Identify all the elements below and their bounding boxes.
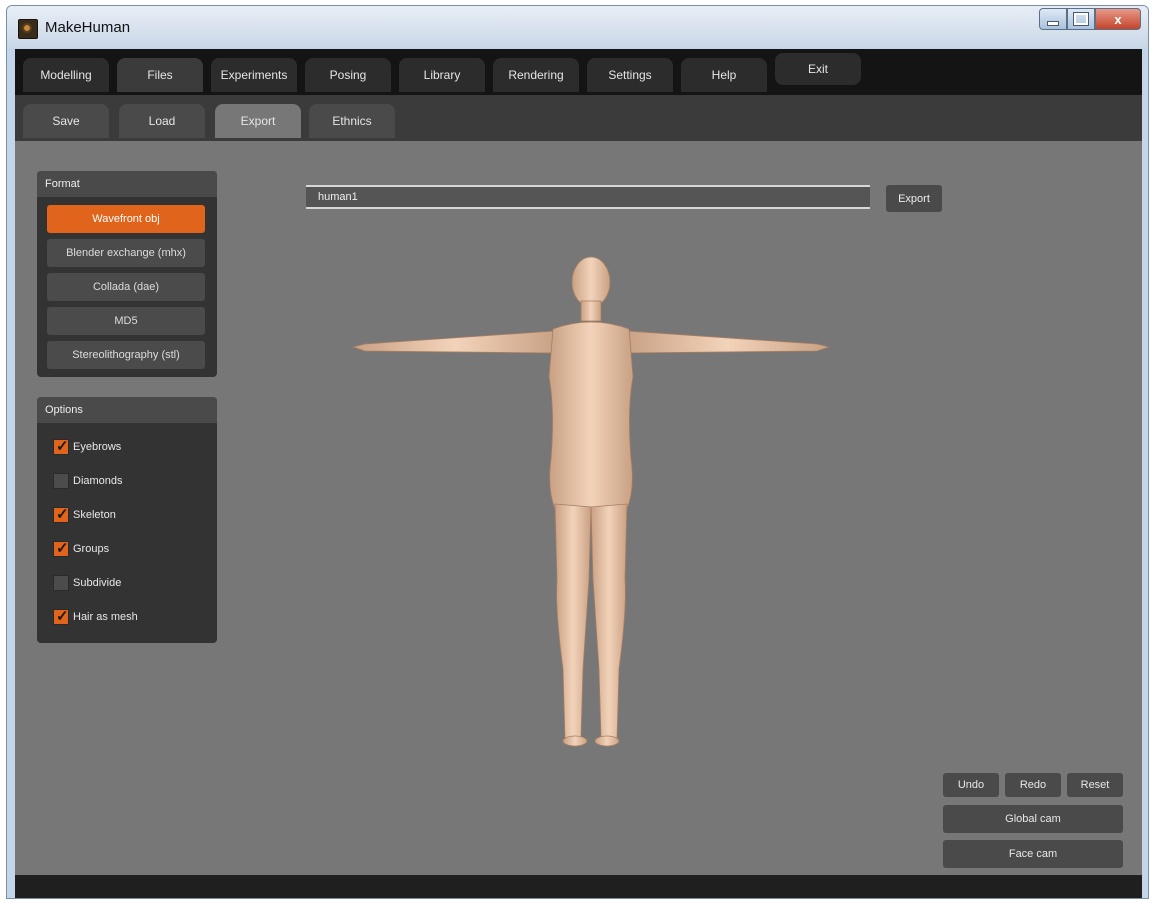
option-label: Skeleton: [73, 509, 116, 521]
option-label: Groups: [73, 543, 110, 555]
option-diamonds[interactable]: Diamonds: [53, 471, 123, 491]
left-foot: [562, 735, 588, 747]
sub-tab-bar: Save Load Export Ethnics: [15, 95, 1142, 141]
diamonds-checkbox[interactable]: [53, 473, 69, 489]
minimize-icon: [1047, 20, 1059, 26]
status-bar: [15, 875, 1142, 898]
right-arm: [624, 330, 831, 354]
main-tab-bar: Modelling Files Experiments Posing Libra…: [15, 49, 1142, 95]
groups-checkbox[interactable]: [53, 539, 69, 557]
format-mhx-button[interactable]: Blender exchange (mhx): [47, 239, 205, 267]
export-button[interactable]: Export: [886, 185, 942, 212]
close-button[interactable]: x: [1095, 8, 1141, 30]
app-client-area: Modelling Files Experiments Posing Libra…: [15, 49, 1142, 898]
maximize-button[interactable]: [1067, 8, 1095, 30]
tab-load[interactable]: Load: [119, 104, 205, 138]
format-stl-button[interactable]: Stereolithography (stl): [47, 341, 205, 369]
undo-button[interactable]: Undo: [943, 773, 999, 797]
redo-button[interactable]: Redo: [1005, 773, 1061, 797]
export-filename-input[interactable]: human1: [306, 185, 870, 209]
tab-experiments[interactable]: Experiments: [211, 58, 297, 92]
makehuman-logo-icon: [18, 19, 38, 39]
close-icon: x: [1114, 11, 1122, 27]
left-leg: [554, 503, 592, 740]
eyebrows-checkbox[interactable]: [53, 437, 69, 455]
option-skeleton[interactable]: Skeleton: [53, 505, 116, 525]
tab-modelling[interactable]: Modelling: [23, 58, 109, 92]
tab-library[interactable]: Library: [399, 58, 485, 92]
tab-rendering[interactable]: Rendering: [493, 58, 579, 92]
face-cam-button[interactable]: Face cam: [943, 840, 1123, 868]
tab-help[interactable]: Help: [681, 58, 767, 92]
subdivide-checkbox[interactable]: [53, 575, 69, 591]
format-wavefront-obj-button[interactable]: Wavefront obj: [47, 205, 205, 233]
option-subdivide[interactable]: Subdivide: [53, 573, 121, 593]
global-cam-button[interactable]: Global cam: [943, 805, 1123, 833]
window-controls: x: [1039, 8, 1141, 30]
format-collada-button[interactable]: Collada (dae): [47, 273, 205, 301]
tab-ethnics[interactable]: Ethnics: [309, 104, 395, 138]
head: [571, 256, 611, 308]
right-leg: [590, 503, 628, 740]
format-panel-title: Format: [37, 171, 217, 197]
tab-export[interactable]: Export: [215, 104, 301, 138]
option-eyebrows[interactable]: Eyebrows: [53, 437, 121, 457]
torso: [548, 321, 634, 510]
format-md5-button[interactable]: MD5: [47, 307, 205, 335]
skeleton-checkbox[interactable]: [53, 505, 69, 523]
option-hair-as-mesh[interactable]: Hair as mesh: [53, 607, 138, 627]
tab-files[interactable]: Files: [117, 58, 203, 92]
maximize-icon: [1073, 12, 1089, 26]
option-label: Diamonds: [73, 475, 123, 487]
minimize-button[interactable]: [1039, 8, 1067, 30]
options-panel-title: Options: [37, 397, 217, 423]
human-figure: [351, 256, 831, 747]
human-model-viewport[interactable]: [345, 249, 835, 749]
left-arm: [351, 330, 558, 354]
right-foot: [594, 735, 620, 747]
reset-button[interactable]: Reset: [1067, 773, 1123, 797]
window-title: MakeHuman: [45, 19, 131, 36]
tab-exit[interactable]: Exit: [775, 53, 861, 85]
option-label: Subdivide: [73, 577, 122, 589]
option-label: Hair as mesh: [73, 611, 138, 623]
option-groups[interactable]: Groups: [53, 539, 109, 559]
option-label: Eyebrows: [73, 441, 122, 453]
tab-settings[interactable]: Settings: [587, 58, 673, 92]
tab-save[interactable]: Save: [23, 104, 109, 138]
format-panel: Format Wavefront obj Blender exchange (m…: [37, 171, 217, 377]
options-panel: Options Eyebrows Diamonds Skeleton Group…: [37, 397, 217, 643]
hair-as-mesh-checkbox[interactable]: [53, 607, 69, 625]
tab-posing[interactable]: Posing: [305, 58, 391, 92]
title-bar: MakeHuman x: [7, 6, 1148, 48]
app-window: MakeHuman x Modelling Files Experiments …: [6, 5, 1149, 899]
neck: [580, 300, 602, 322]
